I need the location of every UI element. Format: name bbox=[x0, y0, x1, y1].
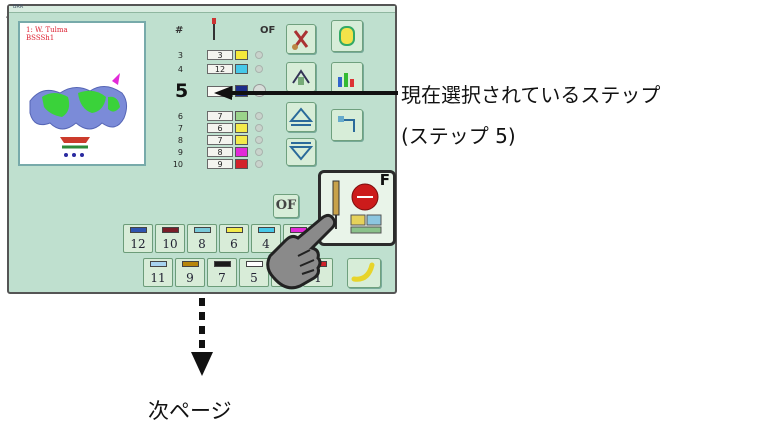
pointing-hand-icon bbox=[266, 213, 337, 290]
thread-color-bar bbox=[150, 261, 167, 267]
needle-number[interactable]: 7 bbox=[207, 135, 233, 145]
annotation-subtext: (ステップ 5) bbox=[401, 124, 516, 148]
thread-button[interactable]: 8 bbox=[187, 224, 217, 253]
design-select-button[interactable] bbox=[331, 20, 363, 52]
color-swatch bbox=[235, 159, 248, 169]
stop-indicator[interactable] bbox=[255, 51, 263, 59]
step-number: 3 bbox=[177, 51, 183, 60]
thread-color-bar bbox=[130, 227, 147, 233]
thread-button[interactable]: 10 bbox=[155, 224, 185, 253]
thread-label: 10 bbox=[162, 237, 178, 251]
design-pattern-image bbox=[29, 73, 128, 157]
scroll-up-button[interactable] bbox=[286, 102, 316, 132]
thread-button[interactable]: 6 bbox=[219, 224, 249, 253]
color-swatch bbox=[235, 111, 248, 121]
needle-icon bbox=[212, 18, 216, 40]
screen-titlebar: BRR bbox=[9, 4, 395, 13]
return-button[interactable] bbox=[347, 258, 381, 288]
annotation-text: 現在選択されているステップ bbox=[401, 83, 661, 107]
stop-indicator[interactable] bbox=[255, 148, 263, 156]
thread-button[interactable]: 9 bbox=[175, 258, 205, 287]
step-number: 10 bbox=[172, 160, 183, 169]
design-preview: 1: W. Tulma BSSSh1 bbox=[18, 21, 146, 166]
needle-number[interactable]: 8 bbox=[207, 147, 233, 157]
scissors-icon bbox=[292, 30, 309, 50]
stop-indicator[interactable] bbox=[255, 124, 263, 132]
needle-number[interactable]: 7 bbox=[207, 111, 233, 121]
annotation-arrow bbox=[214, 86, 398, 100]
needle-number[interactable]: 12 bbox=[207, 64, 233, 74]
thread-button[interactable]: 7 bbox=[207, 258, 237, 287]
hoop-icon bbox=[339, 26, 355, 46]
stop-indicator[interactable] bbox=[255, 65, 263, 73]
thread-change-icon bbox=[338, 116, 355, 132]
color-swatch bbox=[235, 147, 248, 157]
arrow-up-icon bbox=[288, 107, 314, 126]
thread-color-bar bbox=[162, 227, 179, 233]
return-arrow-icon bbox=[351, 262, 375, 282]
thread-button[interactable]: 11 bbox=[143, 258, 173, 287]
thread-color-bar bbox=[194, 227, 211, 233]
step-number: 9 bbox=[177, 148, 183, 157]
step-number: 7 bbox=[177, 124, 183, 133]
thread-color-bar bbox=[182, 261, 199, 267]
thread-label: 6 bbox=[230, 237, 238, 251]
next-page-arrow bbox=[191, 298, 213, 376]
thread-color-bar bbox=[214, 261, 231, 267]
on-off-column-header: OF bbox=[260, 25, 276, 36]
design-name: 1: W. Tulma BSSSh1 bbox=[26, 26, 68, 42]
color-swatch bbox=[235, 135, 248, 145]
titlebar-text: BRR bbox=[13, 4, 24, 10]
stop-indicator[interactable] bbox=[255, 112, 263, 120]
thread-label: 11 bbox=[150, 271, 166, 285]
thread-button[interactable]: 12 bbox=[123, 224, 153, 253]
step-number: 4 bbox=[177, 65, 183, 74]
current-step-number: 5 bbox=[175, 80, 189, 102]
step-column-header: # bbox=[175, 25, 184, 36]
needle-number[interactable]: 6 bbox=[207, 123, 233, 133]
arrow-down-icon bbox=[288, 142, 314, 161]
color-swatch bbox=[235, 64, 248, 74]
stop-indicator[interactable] bbox=[255, 136, 263, 144]
color-swatch bbox=[235, 50, 248, 60]
thread-color-bar bbox=[226, 227, 243, 233]
step-number: 6 bbox=[177, 112, 183, 121]
thread-label: 8 bbox=[198, 237, 206, 251]
thread-trim-button[interactable] bbox=[286, 24, 316, 54]
color-swatch bbox=[235, 123, 248, 133]
thread-label: 12 bbox=[130, 237, 146, 251]
stop-indicator[interactable] bbox=[255, 160, 263, 168]
step-number: 8 bbox=[177, 136, 183, 145]
scroll-down-button[interactable] bbox=[286, 138, 316, 166]
thread-label: 7 bbox=[218, 271, 226, 285]
change-color-button[interactable] bbox=[331, 109, 363, 141]
thread-label: 9 bbox=[186, 271, 194, 285]
needle-number[interactable]: 9 bbox=[207, 159, 233, 169]
needle-number[interactable]: 3 bbox=[207, 50, 233, 60]
